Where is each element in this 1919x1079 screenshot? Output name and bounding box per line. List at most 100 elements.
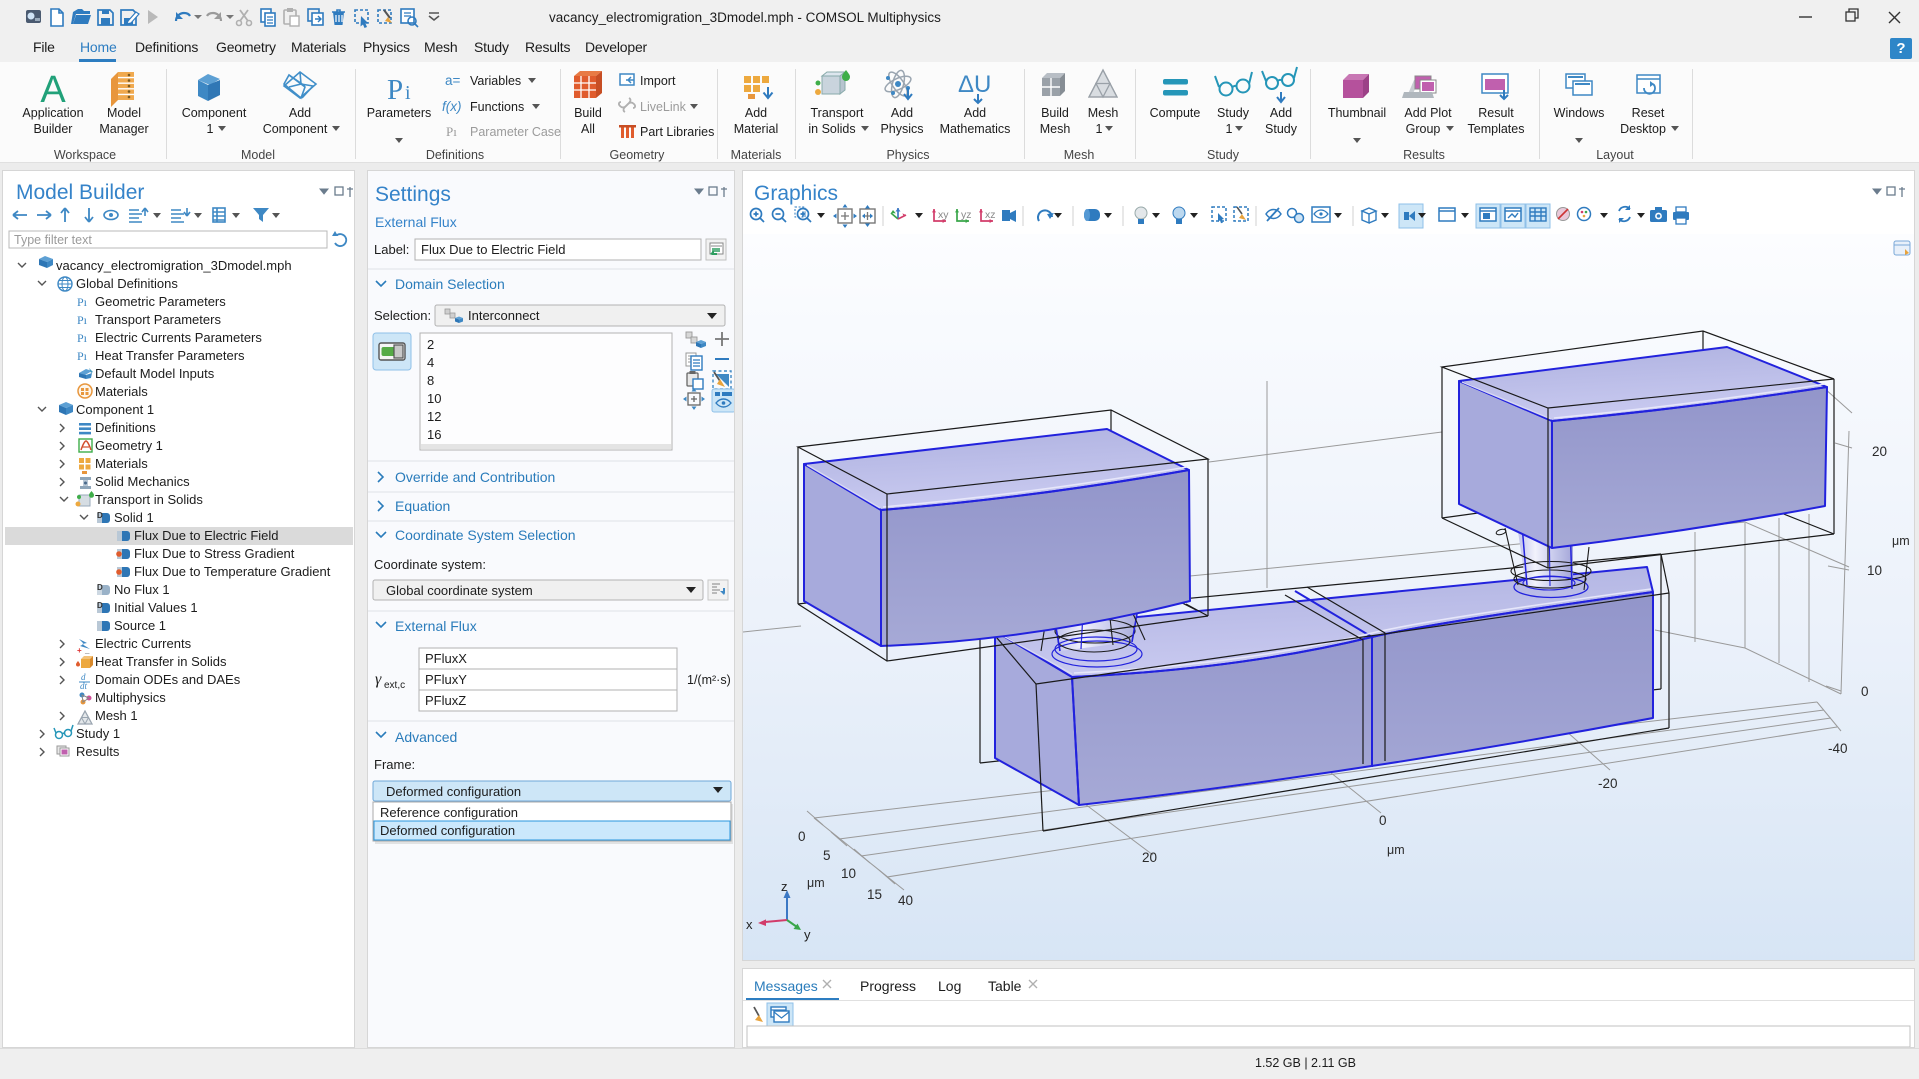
svg-text:y: y	[804, 927, 811, 942]
svg-text:Material: Material	[734, 122, 778, 136]
svg-text:-40: -40	[1828, 741, 1848, 756]
svg-text:i: i	[405, 82, 411, 104]
svg-text:Results: Results	[76, 744, 120, 759]
svg-text:Add: Add	[745, 106, 767, 120]
svg-text:Flux Due to Electric Field: Flux Due to Electric Field	[421, 242, 566, 257]
svg-text:in Solids: in Solids	[808, 122, 855, 136]
svg-text:Desktop: Desktop	[1620, 122, 1666, 136]
svg-text:20: 20	[1142, 850, 1157, 865]
svg-text:Model Builder: Model Builder	[16, 181, 144, 204]
svg-text:Component: Component	[263, 122, 328, 136]
svg-text:No Flux 1: No Flux 1	[114, 582, 170, 597]
svg-text:0: 0	[1861, 684, 1869, 699]
svg-text:Log: Log	[938, 978, 961, 994]
svg-text:Domain Selection: Domain Selection	[395, 276, 505, 292]
svg-text:Interconnect: Interconnect	[468, 308, 540, 323]
svg-text:Result: Result	[1478, 106, 1514, 120]
svg-text:Graphics: Graphics	[754, 182, 838, 205]
svg-text:Parameters: Parameters	[367, 106, 432, 120]
svg-text:Mathematics: Mathematics	[940, 122, 1011, 136]
svg-text:Add: Add	[891, 106, 913, 120]
svg-text:PFluxZ: PFluxZ	[425, 693, 466, 708]
svg-text:Study: Study	[1217, 106, 1250, 120]
svg-text:Label:: Label:	[374, 242, 409, 257]
svg-text:Reference configuration: Reference configuration	[380, 805, 518, 820]
svg-text:Override and Contribution: Override and Contribution	[395, 469, 555, 485]
svg-text:Build: Build	[574, 106, 602, 120]
svg-text:D: D	[97, 511, 103, 520]
svg-text:Geometric Parameters: Geometric Parameters	[95, 294, 226, 309]
svg-text:ext,c: ext,c	[384, 680, 405, 691]
svg-text:D: D	[97, 583, 103, 592]
svg-text:Settings: Settings	[375, 183, 451, 206]
svg-text:xz: xz	[985, 209, 996, 221]
svg-text:Functions: Functions	[470, 100, 524, 114]
svg-text:Multiphysics: Multiphysics	[95, 690, 166, 705]
svg-text:Mesh: Mesh	[1088, 106, 1119, 120]
svg-text:μm: μm	[1892, 534, 1910, 548]
svg-text:All: All	[581, 122, 595, 136]
svg-text:Physics: Physics	[886, 148, 929, 162]
svg-text:Study 1: Study 1	[76, 726, 120, 741]
svg-text:z: z	[781, 879, 788, 894]
svg-text:+: +	[77, 646, 82, 655]
svg-text:Thumbnail: Thumbnail	[1328, 106, 1386, 120]
svg-text:Coordinate System Selection: Coordinate System Selection	[395, 527, 576, 543]
svg-text:Deformed configuration: Deformed configuration	[380, 823, 515, 838]
svg-text:Domain ODEs and DAEs: Domain ODEs and DAEs	[95, 672, 241, 687]
svg-text:Table: Table	[988, 978, 1022, 994]
svg-text:Builder: Builder	[34, 122, 73, 136]
svg-text:20: 20	[1872, 444, 1887, 459]
svg-text:Add: Add	[964, 106, 986, 120]
svg-text:Parameter Case: Parameter Case	[470, 125, 561, 139]
svg-text:a=: a=	[445, 73, 461, 88]
svg-text:Flux Due to Stress Gradient: Flux Due to Stress Gradient	[134, 546, 295, 561]
svg-text:Manager: Manager	[99, 122, 148, 136]
svg-text:Mesh: Mesh	[1064, 148, 1095, 162]
svg-text:Part Libraries: Part Libraries	[640, 125, 714, 139]
svg-text:10: 10	[841, 866, 856, 881]
svg-text:LiveLink: LiveLink	[640, 100, 687, 114]
svg-text:Solid 1: Solid 1	[114, 510, 154, 525]
svg-text:Layout: Layout	[1596, 148, 1634, 162]
svg-text:Component: Component	[182, 106, 247, 120]
svg-text:Add: Add	[1270, 106, 1292, 120]
svg-text:Type filter text: Type filter text	[14, 233, 92, 247]
svg-text:A: A	[40, 69, 66, 111]
svg-text:-20: -20	[1598, 776, 1618, 791]
svg-text:Global coordinate system: Global coordinate system	[386, 583, 533, 598]
svg-text:x: x	[746, 917, 753, 932]
svg-text:γ: γ	[375, 671, 382, 688]
svg-text:Component 1: Component 1	[76, 402, 154, 417]
svg-text:16: 16	[427, 427, 441, 442]
svg-text:Geometry: Geometry	[610, 148, 666, 162]
svg-text:Electric Currents: Electric Currents	[95, 636, 192, 651]
svg-text:Add Plot: Add Plot	[1404, 106, 1452, 120]
svg-text:Flux Due to Electric Field: Flux Due to Electric Field	[134, 528, 279, 543]
svg-text:Transport: Transport	[810, 106, 864, 120]
svg-text:Mesh: Mesh	[1040, 122, 1071, 136]
svg-text:10: 10	[427, 391, 441, 406]
svg-text:10: 10	[1867, 563, 1882, 578]
svg-text:5: 5	[823, 848, 831, 863]
svg-text:yz: yz	[961, 209, 972, 221]
svg-text:Reset: Reset	[1632, 106, 1665, 120]
svg-text:12: 12	[427, 409, 441, 424]
svg-text:Group: Group	[1406, 122, 1441, 136]
svg-text:Pı: Pı	[446, 124, 457, 139]
svg-text:Definitions: Definitions	[95, 420, 156, 435]
svg-text:Materials: Materials	[95, 456, 148, 471]
svg-text:Initial Values 1: Initial Values 1	[114, 600, 198, 615]
svg-text:Definitions: Definitions	[426, 148, 484, 162]
svg-text:Heat Transfer Parameters: Heat Transfer Parameters	[95, 348, 245, 363]
svg-text:Transport Parameters: Transport Parameters	[95, 312, 221, 327]
svg-text:Default Model Inputs: Default Model Inputs	[95, 366, 215, 381]
svg-text:15: 15	[867, 887, 882, 902]
svg-text:0: 0	[798, 829, 806, 844]
svg-text:1: 1	[1096, 122, 1103, 136]
svg-text:Materials: Materials	[731, 148, 782, 162]
svg-text:Variables: Variables	[470, 74, 521, 88]
svg-text:40: 40	[898, 893, 913, 908]
svg-text:Pı: Pı	[77, 331, 88, 345]
svg-text:1: 1	[1226, 122, 1233, 136]
